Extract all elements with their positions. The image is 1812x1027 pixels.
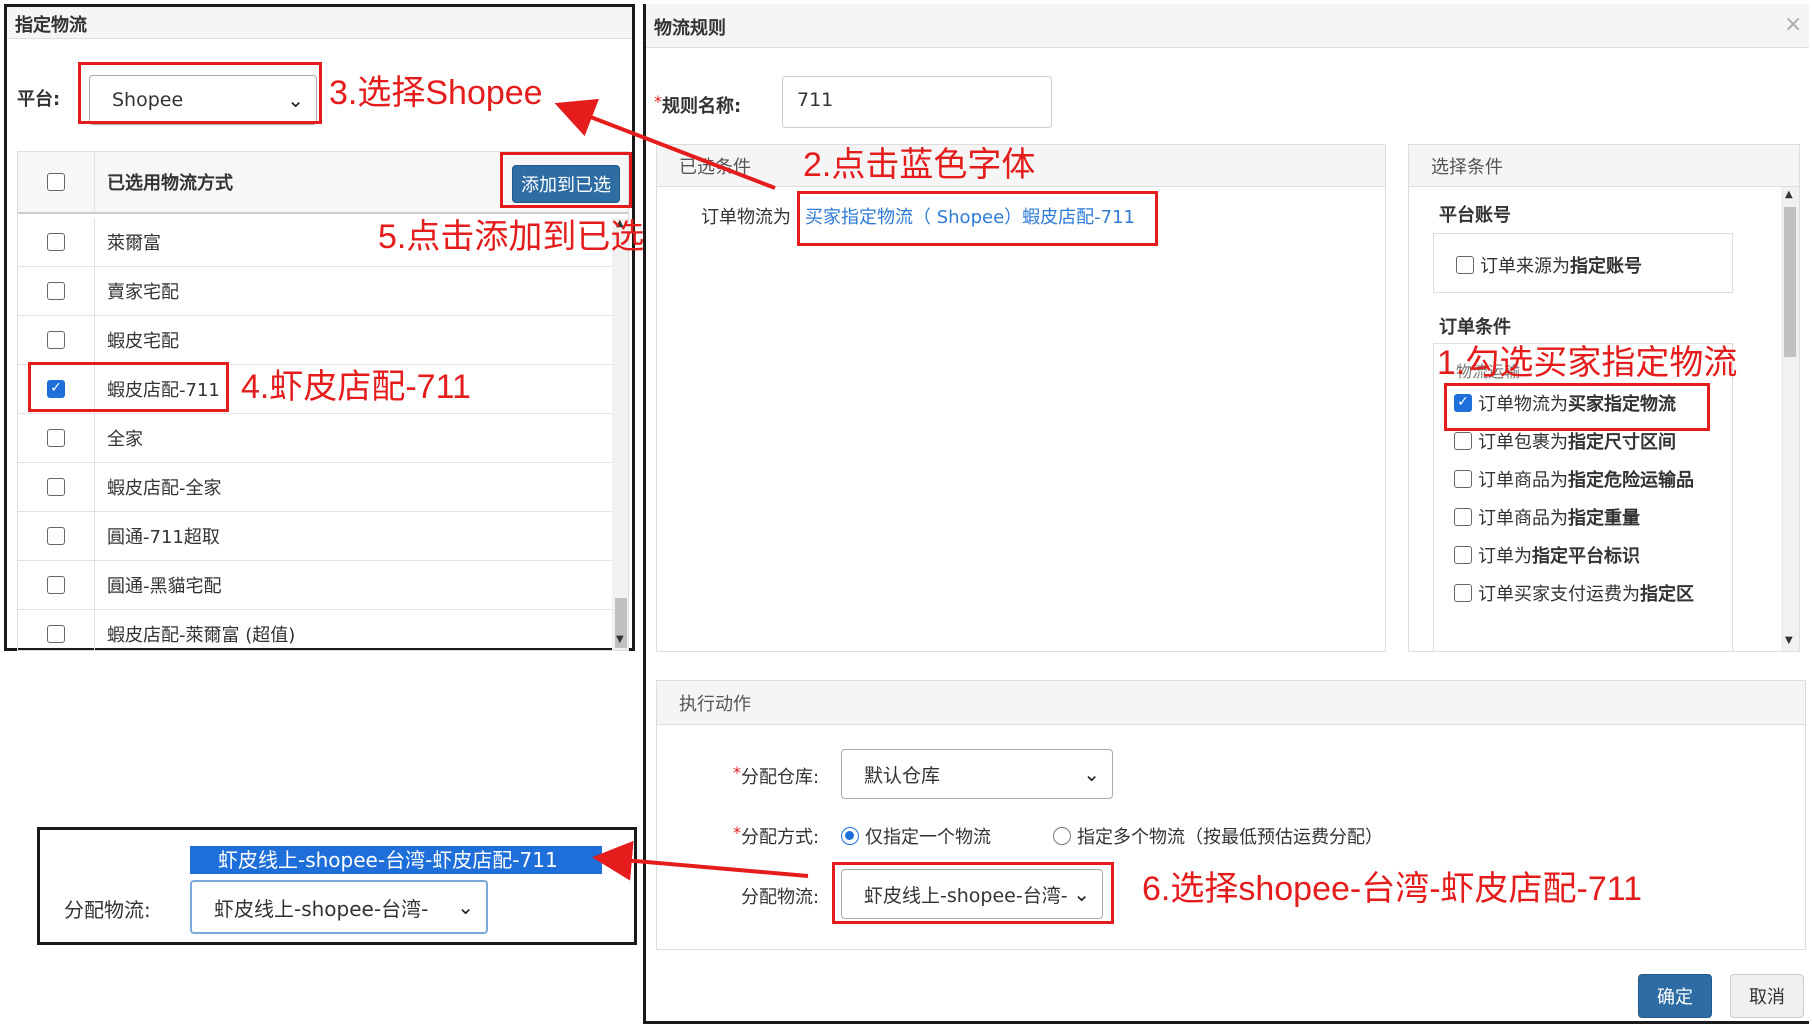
rule-name-input[interactable]: 711 — [782, 76, 1052, 128]
annotation-step1: 1.勾选买家指定物流 — [1437, 344, 1738, 382]
warehouse-required: * — [733, 763, 741, 782]
warehouse-label: 分配仓库: — [741, 767, 820, 788]
row-checkbox[interactable] — [47, 625, 65, 643]
scroll-up-icon[interactable]: ▲ — [1785, 189, 1793, 200]
row-checkbox[interactable] — [47, 331, 65, 349]
annotation-step6: 6.选择shopee-台湾-虾皮店配-711 — [1142, 870, 1643, 908]
zoom-logistics-select[interactable]: 虾皮线上-shopee-台湾- ⌄ — [190, 880, 488, 934]
condition-option[interactable]: 订单商品为 指定重量 — [1454, 504, 1640, 530]
row-label: 蝦皮店配-全家 — [107, 478, 222, 499]
row-checkbox[interactable] — [47, 478, 65, 496]
highlight-box-logistics-select — [832, 862, 1114, 924]
condition-checkbox[interactable] — [1454, 546, 1472, 564]
highlight-box-platform — [78, 62, 322, 124]
rule-name-label: 规则名称: — [662, 96, 742, 117]
scroll-down-icon[interactable]: ▼ — [616, 634, 624, 645]
method-radio-single[interactable]: 仅指定一个物流 — [841, 823, 991, 849]
row-checkbox[interactable] — [47, 282, 65, 300]
condition-checkbox[interactable] — [1454, 584, 1472, 602]
annotation-step2: 2.点击蓝色字体 — [803, 146, 1036, 184]
cancel-button[interactable]: 取消 — [1730, 974, 1804, 1018]
platform-account-heading: 平台账号 — [1439, 205, 1511, 226]
highlight-box-add-button — [500, 152, 632, 208]
table-row[interactable]: 圓通-黑貓宅配 — [18, 561, 612, 610]
confirm-button[interactable]: 确定 — [1638, 974, 1712, 1018]
table-row[interactable]: 賣家宅配 — [18, 267, 612, 316]
method-radio-multiple[interactable]: 指定多个物流（按最低预估运费分配） — [1053, 823, 1383, 849]
row-checkbox[interactable] — [47, 429, 65, 447]
annotation-step4: 4.虾皮店配-711 — [241, 368, 471, 406]
conditions-scrollbar[interactable]: ▲ ▼ — [1781, 187, 1799, 651]
row-label: 蝦皮店配-萊爾富 (超值) — [107, 625, 296, 646]
actions-box: 执行动作 * 分配仓库: 默认仓库 ⌄ * 分配方式: 仅指定一个物流 指定多个… — [656, 680, 1806, 950]
panel-title: 指定物流 — [15, 15, 87, 36]
actions-header: 执行动作 — [657, 681, 1805, 725]
table-row[interactable]: 蝦皮宅配 — [18, 316, 612, 365]
table-header-label: 已选用物流方式 — [107, 173, 233, 194]
row-label: 蝦皮宅配 — [107, 331, 179, 352]
dialog-title: 物流规则 — [654, 18, 726, 39]
annotation-step3: 3.选择Shopee — [329, 74, 543, 112]
radio-unselected-icon[interactable] — [1053, 827, 1071, 845]
table-row[interactable]: 蝦皮店配-全家 — [18, 463, 612, 512]
radio-selected-icon[interactable] — [841, 827, 859, 845]
row-label: 萊爾富 — [107, 233, 161, 254]
highlight-box-buyer-option — [1444, 383, 1710, 431]
condition-prefix: 订单物流为 — [701, 207, 791, 228]
account-option[interactable]: 订单来源为 指定账号 — [1456, 252, 1642, 278]
condition-option[interactable]: 订单买家支付运费为 指定区 — [1454, 580, 1694, 606]
platform-label: 平台: — [17, 89, 61, 110]
table-row[interactable]: 全家 — [18, 414, 612, 463]
condition-checkbox[interactable] — [1454, 470, 1472, 488]
row-checkbox[interactable] — [47, 527, 65, 545]
account-option-box: 订单来源为 指定账号 — [1433, 233, 1733, 293]
condition-option[interactable]: 订单为 指定平台标识 — [1454, 542, 1640, 568]
row-label: 圓通-711超取 — [107, 527, 220, 548]
account-checkbox[interactable] — [1456, 256, 1474, 274]
rule-name-value: 711 — [797, 89, 834, 111]
select-all-checkbox[interactable] — [47, 173, 65, 191]
table-body: 萊爾富 賣家宅配 蝦皮宅配 ✓ 蝦皮店配-711 全家 蝦皮店配-全家 圓通-711超取 圓通-… — [18, 218, 612, 650]
row-checkbox[interactable] — [47, 233, 65, 251]
chevron-down-icon: ⌄ — [1083, 762, 1100, 786]
method-label: 分配方式: — [741, 827, 820, 848]
row-label: 全家 — [107, 429, 143, 450]
table-scrollbar[interactable]: ▲ ▼ — [612, 218, 628, 650]
logistics-label: 分配物流: — [741, 887, 820, 908]
warehouse-select[interactable]: 默认仓库 ⌄ — [841, 749, 1113, 799]
table-row[interactable]: 圓通-711超取 — [18, 512, 612, 561]
choose-conditions-header: 选择条件 — [1409, 145, 1799, 187]
dropdown-highlighted-option[interactable]: 虾皮线上-shopee-台湾-虾皮店配-711 — [190, 846, 602, 874]
highlight-box-condition-link — [797, 191, 1158, 246]
rule-name-required: * — [654, 92, 662, 111]
zoom-logistics-label: 分配物流: — [64, 898, 151, 922]
close-icon[interactable]: × — [1784, 12, 1802, 37]
condition-option[interactable]: 订单商品为 指定危险运输品 — [1454, 466, 1694, 492]
order-conditions-heading: 订单条件 — [1439, 317, 1511, 338]
condition-checkbox[interactable] — [1454, 432, 1472, 450]
panel-title-bar: 指定物流 — [7, 7, 632, 39]
zoomed-dropdown-panel: 虾皮线上-shopee-台湾-虾皮店配-711 分配物流: 虾皮线上-shope… — [37, 827, 637, 945]
annotation-step5: 5.点击添加到已选 — [378, 218, 645, 256]
condition-option[interactable]: 订单包裹为 指定尺寸区间 — [1454, 428, 1676, 454]
row-label: 賣家宅配 — [107, 282, 179, 303]
row-label: 圓通-黑貓宅配 — [107, 576, 222, 597]
scroll-thumb[interactable] — [1784, 207, 1796, 357]
dialog-title-bar: 物流规则 — [646, 4, 1809, 48]
scroll-down-icon[interactable]: ▼ — [1785, 635, 1793, 646]
row-checkbox[interactable] — [47, 576, 65, 594]
method-required: * — [733, 823, 741, 842]
table-row[interactable]: 蝦皮店配-萊爾富 (超值) — [18, 610, 612, 650]
highlight-box-row-711 — [28, 362, 229, 412]
chevron-down-icon: ⌄ — [457, 895, 474, 919]
condition-checkbox[interactable] — [1454, 508, 1472, 526]
